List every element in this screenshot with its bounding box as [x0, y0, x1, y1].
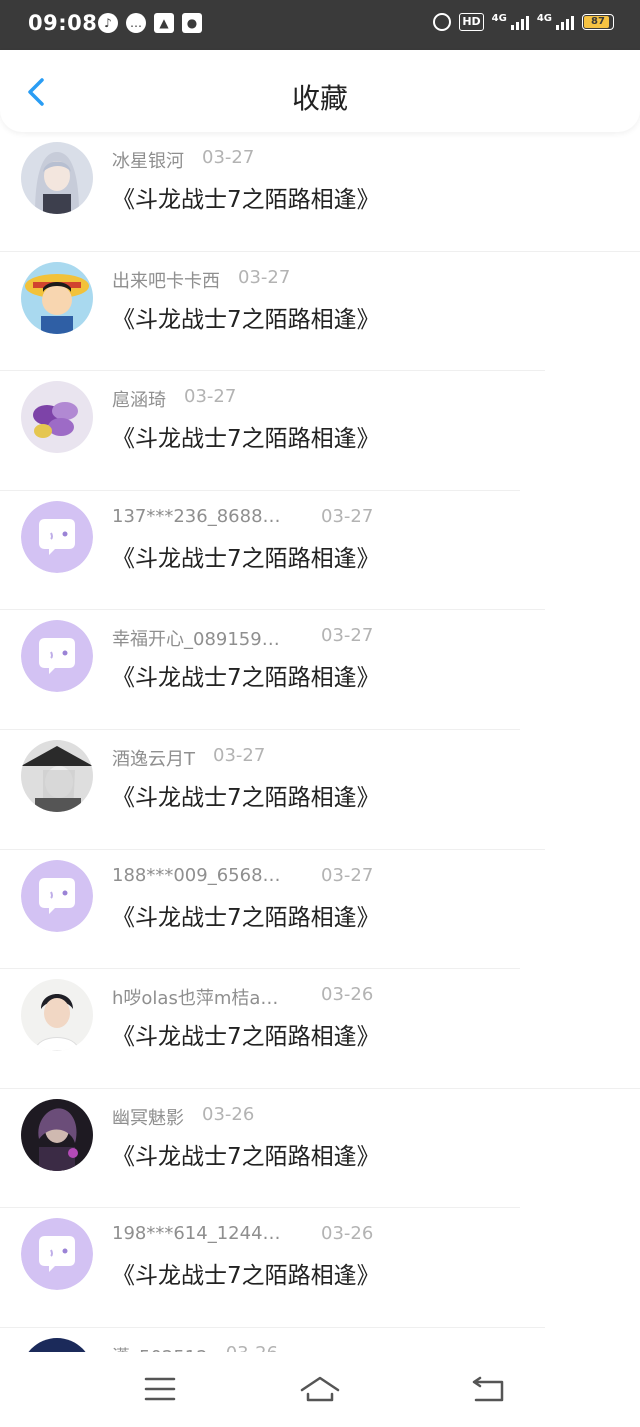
post-date: 03-26 — [202, 1103, 255, 1125]
list-item[interactable]: 188***009_6568… 03-27 《斗龙战士7之陌路相逢》 — [0, 850, 640, 970]
avatar[interactable] — [21, 500, 93, 573]
status-right: HD 4G 4G 87 — [433, 13, 614, 31]
item-title: 《斗龙战士7之陌路相逢》 — [112, 426, 380, 453]
avatar[interactable] — [21, 381, 93, 454]
hd-badge: HD — [459, 13, 484, 31]
item-meta: h哕olas也萍m桔a… 03-26 — [112, 984, 373, 1010]
list-item[interactable]: 198***614_1244… 03-26 《斗龙战士7之陌路相逢》 — [0, 1208, 640, 1328]
item-meta: 潇_50251203-26 — [112, 1343, 278, 1352]
system-back-button[interactable] — [468, 1372, 508, 1406]
username: 188***009_6568… — [112, 864, 281, 886]
status-bar: 09:08 ♪ … ▲ ● HD 4G 4G 87 — [0, 0, 640, 50]
network-label-2: 4G — [536, 13, 552, 24]
list-item[interactable]: 潇_50251203-26 — [0, 1328, 640, 1352]
post-date: 03-27 — [213, 744, 266, 766]
item-title: 《斗龙战士7之陌路相逢》 — [112, 187, 380, 213]
item-title: 《斗龙战士7之陌路相逢》 — [112, 545, 380, 572]
battery-icon: 87 — [582, 14, 614, 30]
item-meta: 扈涵琦 03-27 — [112, 386, 236, 412]
notification-icons: ♪ … ▲ ● — [98, 13, 202, 33]
signal-icon-2 — [556, 14, 574, 30]
item-meta: 198***614_1244… 03-26 — [112, 1223, 373, 1245]
item-title: 《斗龙战士7之陌路相逢》 — [112, 306, 380, 333]
list-item[interactable]: 扈涵琦 03-27 《斗龙战士7之陌路相逢》 — [0, 371, 640, 491]
avatar[interactable] — [21, 859, 93, 932]
post-date: 03-27 — [238, 266, 291, 288]
username: 扈涵琦 — [112, 390, 166, 412]
item-title: 《斗龙战士7之陌路相逢》 — [112, 904, 380, 931]
menu-button[interactable] — [140, 1372, 180, 1406]
item-meta: 幽冥魅影 03-26 — [112, 1104, 254, 1130]
list-item[interactable]: 酒逸云月T 03-27 《斗龙战士7之陌路相逢》 — [0, 730, 640, 850]
back-icon — [472, 1376, 504, 1402]
app-icon: ▲ — [154, 13, 174, 33]
username: 冰星银河 — [112, 151, 184, 172]
post-date: 03-26 — [321, 984, 374, 1006]
status-time: 09:08 — [28, 11, 98, 35]
avatar[interactable] — [21, 1098, 93, 1171]
post-date: 03-27 — [321, 505, 374, 527]
favorites-list: 冰星银河 03-27 《斗龙战士7之陌路相逢》 出来吧卡卡西 03-27 《斗龙战士7之陌… — [0, 132, 640, 1352]
avatar[interactable] — [21, 261, 93, 334]
signal-icon — [510, 14, 529, 30]
username: 幽冥魅影 — [112, 1107, 184, 1129]
post-date: 03-27 — [321, 864, 374, 886]
post-date: 03-27 — [321, 625, 374, 647]
home-button[interactable] — [300, 1372, 340, 1406]
item-meta: 出来吧卡卡西 03-27 — [112, 267, 290, 293]
username: 137***236_8688… — [112, 505, 281, 527]
avatar[interactable] — [21, 142, 93, 214]
post-date: 03-26 — [321, 1223, 374, 1245]
avatar[interactable] — [21, 1337, 93, 1352]
item-meta: 酒逸云月T 03-27 — [112, 745, 265, 771]
item-meta: 幸福开心_089159… 03-27 — [112, 625, 373, 651]
chat-icon: … — [126, 13, 146, 33]
home-icon — [300, 1376, 340, 1402]
list-item[interactable]: 137***236_8688… 03-27 《斗龙战士7之陌路相逢》 — [0, 491, 640, 611]
system-nav-bar — [0, 1352, 640, 1427]
list-item[interactable]: 出来吧卡卡西 03-27 《斗龙战士7之陌路相逢》 — [0, 252, 640, 372]
item-meta: 137***236_8688… 03-27 — [112, 505, 373, 527]
item-title: 《斗龙战士7之陌路相逢》 — [112, 1024, 380, 1051]
username: 酒逸云月T — [112, 748, 195, 770]
post-date: 03-26 — [226, 1343, 278, 1352]
page-title: 收藏 — [291, 82, 348, 115]
username: h哕olas也萍m桔a… — [112, 988, 279, 1010]
post-date: 03-27 — [184, 386, 237, 408]
item-title: 《斗龙战士7之陌路相逢》 — [112, 665, 380, 692]
username: 198***614_1244… — [112, 1223, 281, 1245]
list-item[interactable]: 幸福开心_089159… 03-27 《斗龙战士7之陌路相逢》 — [0, 610, 640, 730]
username: 幸福开心_089159… — [112, 629, 280, 651]
menu-icon — [144, 1377, 176, 1401]
item-title: 《斗龙战士7之陌路相逢》 — [112, 784, 380, 811]
username: 出来吧卡卡西 — [112, 270, 220, 292]
avatar[interactable] — [21, 1218, 93, 1291]
item-meta: 188***009_6568… 03-27 — [112, 864, 373, 886]
item-meta: 冰星银河 03-27 — [112, 147, 254, 173]
battery-level: 87 — [591, 16, 605, 27]
list-item[interactable]: 幽冥魅影 03-26 《斗龙战士7之陌路相逢》 — [0, 1089, 640, 1209]
avatar[interactable] — [21, 739, 93, 812]
music-icon: ♪ — [98, 13, 118, 33]
avatar[interactable] — [21, 979, 93, 1052]
network-label-1: 4G — [491, 13, 507, 24]
app-header: 收藏 — [0, 50, 640, 132]
list-item[interactable]: 冰星银河 03-27 《斗龙战士7之陌路相逢》 — [0, 132, 640, 252]
item-title: 《斗龙战士7之陌路相逢》 — [112, 1263, 380, 1290]
map-pin-icon: ● — [182, 13, 202, 33]
item-title: 《斗龙战士7之陌路相逢》 — [112, 1143, 380, 1170]
alarm-icon — [433, 13, 452, 31]
avatar[interactable] — [21, 620, 93, 693]
list-item[interactable]: h哕olas也萍m桔a… 03-26 《斗龙战士7之陌路相逢》 — [0, 969, 640, 1089]
post-date: 03-27 — [202, 147, 255, 168]
